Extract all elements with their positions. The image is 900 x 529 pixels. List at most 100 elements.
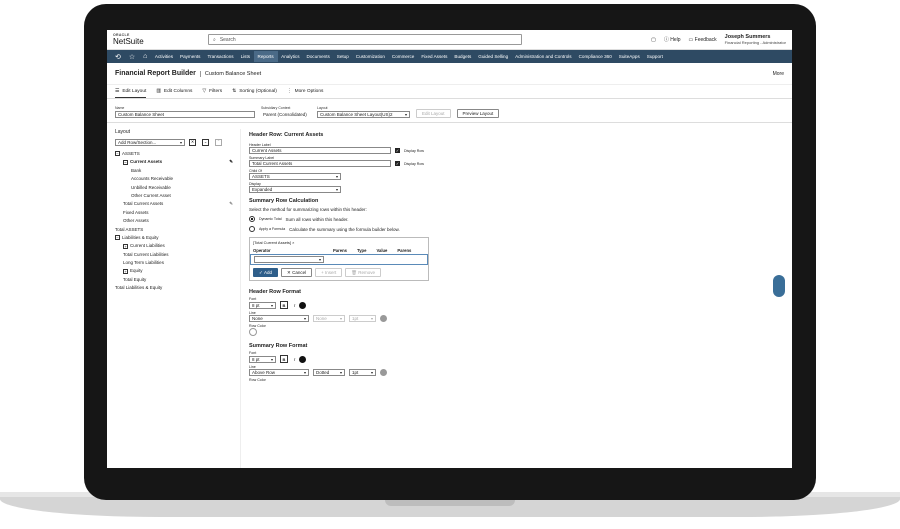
nav-item[interactable]: Guided Selling <box>475 54 512 59</box>
recent-icon[interactable]: ⟲ <box>111 53 125 61</box>
nav-item[interactable]: Fixed Assets <box>418 54 451 59</box>
operator-select[interactable] <box>254 256 324 263</box>
summary-label-input[interactable]: Total Current Assets <box>249 160 391 167</box>
tab-more-options[interactable]: ⋮ More Options <box>287 85 324 98</box>
nav-item[interactable]: Compliance 360 <box>575 54 615 59</box>
bold-icon[interactable]: B <box>280 355 288 363</box>
summary-font-size-select[interactable]: 8 pt <box>249 355 276 363</box>
tree-row[interactable]: Long Term Liabilities <box>115 259 233 267</box>
nav-item[interactable]: Transactions <box>204 54 237 59</box>
tree-row[interactable]: − Current Assets ✎ <box>115 158 233 166</box>
insert-button[interactable]: + Insert <box>315 268 343 277</box>
display-select[interactable]: Expanded <box>249 186 341 193</box>
move-up-icon[interactable]: ⌃ <box>215 139 222 146</box>
header-line-select[interactable]: None <box>249 315 309 322</box>
nav-item[interactable]: Analytics <box>278 54 303 59</box>
more-button[interactable]: More <box>773 71 784 77</box>
formula-token[interactable]: [Total Current Assets] × <box>250 238 428 247</box>
user-menu[interactable]: Joseph Summers Financial Reporting - Adm… <box>725 34 786 45</box>
font-color-swatch[interactable] <box>299 301 307 309</box>
edit-layout-button[interactable]: Edit Layout <box>416 109 451 118</box>
cancel-button[interactable]: ✕ Cancel <box>281 268 313 277</box>
display-header-checkbox[interactable]: ✓ <box>395 148 400 153</box>
netsuite-logo[interactable]: ORACLE NetSuite <box>113 33 208 46</box>
nav-item[interactable]: Reports <box>253 51 278 62</box>
summary-line-weight-select[interactable]: 1pt <box>349 369 376 376</box>
header-line-style-select[interactable]: None <box>313 315 345 322</box>
tree-row[interactable]: Accounts Receivable <box>115 175 233 183</box>
header-font-size-select[interactable]: 8 pt <box>249 301 276 309</box>
bold-icon[interactable]: B <box>280 301 288 309</box>
delete-icon[interactable]: ✕ <box>189 139 196 146</box>
header-line-weight-select[interactable]: 1pt <box>349 315 376 322</box>
layout-select[interactable]: Custom Balance Sheet Layout(US)2 <box>317 111 410 118</box>
tree-row[interactable]: + Current Liabilities <box>115 242 233 250</box>
dynamic-total-radio[interactable] <box>249 216 255 222</box>
tab-edit-layout[interactable]: ☰ Edit Layout <box>115 85 147 98</box>
nav-item[interactable]: Administration and Controls <box>512 54 575 59</box>
row-color-swatch[interactable] <box>249 328 257 336</box>
global-search-input[interactable]: ⌕ Search <box>208 34 522 45</box>
italic-icon[interactable]: I <box>294 357 295 362</box>
nav-item[interactable]: SuiteApps <box>615 54 643 59</box>
collapse-icon[interactable]: − <box>115 151 120 157</box>
remove-button[interactable]: 🗑 Remove <box>345 268 381 277</box>
edit-icon[interactable]: ✎ <box>229 200 233 208</box>
tree-row[interactable]: Total Liabilities & Equity <box>115 284 233 292</box>
preview-layout-button[interactable]: Preview Layout <box>456 109 500 118</box>
font-color-swatch[interactable] <box>299 355 307 363</box>
nav-item[interactable]: Documents <box>303 54 333 59</box>
name-input[interactable]: Custom Balance Sheet <box>115 111 255 118</box>
font-size-value: 8 pt <box>252 302 260 308</box>
collapse-icon[interactable]: − <box>115 235 120 241</box>
nav-item[interactable]: Setup <box>333 54 352 59</box>
summary-line-style-select[interactable]: Dotted <box>313 369 345 376</box>
star-icon[interactable]: ☆ <box>125 53 139 61</box>
display-summary-checkbox[interactable]: ✓ <box>395 161 400 166</box>
home-icon[interactable]: ⌂ <box>139 53 151 60</box>
expand-icon[interactable]: + <box>123 243 128 249</box>
tree-row[interactable]: Fixed Assets <box>115 209 233 217</box>
summary-line-select[interactable]: Above Row <box>249 369 309 376</box>
expand-icon[interactable]: + <box>123 268 128 274</box>
edit-icon[interactable]: ✎ <box>229 158 233 166</box>
italic-icon[interactable]: I <box>294 303 295 308</box>
tree-row[interactable]: − ASSETS <box>115 150 233 158</box>
nav-item[interactable]: Commerce <box>388 54 417 59</box>
apply-formula-radio[interactable] <box>249 226 255 232</box>
line-color-swatch[interactable] <box>380 369 387 376</box>
nav-item[interactable]: Lists <box>237 54 253 59</box>
tree-row[interactable]: Other Current Asset <box>115 192 233 200</box>
nav-item[interactable]: Payments <box>177 54 204 59</box>
header-label-input[interactable]: Current Assets <box>249 147 391 154</box>
child-of-select[interactable]: ASSETS <box>249 173 341 180</box>
tree-row[interactable]: Other Assets <box>115 217 233 225</box>
add-row-select[interactable]: Add Row/Section... <box>115 139 185 146</box>
recent-docs-icon[interactable]: ▢ <box>651 37 656 43</box>
side-help-widget[interactable] <box>773 275 785 297</box>
nav-item[interactable]: Budgets <box>451 54 475 59</box>
feedback-link[interactable]: ▭ Feedback <box>689 37 717 43</box>
display-row-label: Display Row <box>404 148 424 153</box>
tree-row[interactable]: + Equity <box>115 267 233 275</box>
nav-item[interactable]: Customization <box>352 54 388 59</box>
add-button[interactable]: ✓ Add <box>253 268 279 277</box>
collapse-icon[interactable]: − <box>123 159 128 165</box>
tree-row[interactable]: Total ASSETS <box>115 226 233 234</box>
help-link[interactable]: ⓘ Help <box>664 36 681 43</box>
context-field: Subsidiary Context Parent (Consolidated) <box>261 106 311 118</box>
tree-row[interactable]: Total Current Liabilities <box>115 251 233 259</box>
tree-row[interactable]: Unbilled Receivable <box>115 184 233 192</box>
tab-filters[interactable]: ▽ Filters <box>202 85 222 98</box>
tree-row-label: Total ASSETS <box>115 226 144 232</box>
nav-item[interactable]: Support <box>643 54 666 59</box>
tab-sorting[interactable]: ⇅ Sorting (Optional) <box>232 85 277 98</box>
line-color-swatch[interactable] <box>380 315 387 322</box>
tree-row[interactable]: Total Equity <box>115 276 233 284</box>
move-down-icon[interactable]: ⌄ <box>202 139 209 146</box>
nav-item[interactable]: Activities <box>151 54 176 59</box>
tab-edit-columns[interactable]: ▥ Edit Columns <box>156 85 192 98</box>
tree-row[interactable]: − Liabilities & Equity <box>115 234 233 242</box>
tree-row[interactable]: Bank <box>115 167 233 175</box>
tree-row[interactable]: Total Current Assets ✎ <box>115 200 233 208</box>
